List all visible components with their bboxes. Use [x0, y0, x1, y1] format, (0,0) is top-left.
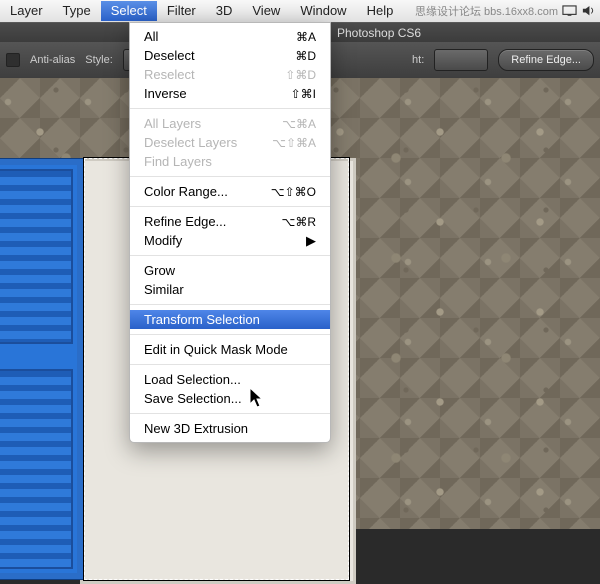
- menu-item-refine-edge[interactable]: Refine Edge...⌥⌘R: [130, 212, 330, 231]
- menu-item-find-layers: Find Layers: [130, 152, 330, 171]
- menu-select[interactable]: Select: [101, 1, 157, 21]
- menu-separator: [130, 206, 330, 207]
- menu-item-transform-selection[interactable]: Transform Selection: [130, 310, 330, 329]
- menu-separator: [130, 304, 330, 305]
- shortcut: ⇧⌘I: [291, 87, 316, 101]
- menu-separator: [130, 364, 330, 365]
- shortcut: ⌥⇧⌘A: [272, 136, 316, 150]
- display-icon[interactable]: [562, 5, 577, 17]
- menu-item-deselect-layers: Deselect Layers⌥⇧⌘A: [130, 133, 330, 152]
- menu-help[interactable]: Help: [357, 1, 404, 21]
- volume-icon[interactable]: [581, 5, 596, 17]
- menu-item-new-3d-extrusion[interactable]: New 3D Extrusion: [130, 419, 330, 438]
- shutter-left: [0, 158, 84, 580]
- style-label: Style:: [85, 54, 113, 66]
- menu-separator: [130, 413, 330, 414]
- shortcut: ⌥⌘A: [282, 117, 316, 131]
- menu-item-all[interactable]: All⌘A: [130, 27, 330, 46]
- menu-item-inverse[interactable]: Inverse⇧⌘I: [130, 84, 330, 103]
- menu-separator: [130, 255, 330, 256]
- shortcut: ⌘A: [296, 30, 316, 44]
- menu-item-load-selection[interactable]: Load Selection...: [130, 370, 330, 389]
- menu-item-deselect[interactable]: Deselect⌘D: [130, 46, 330, 65]
- height-input[interactable]: [434, 49, 488, 71]
- menubar: Layer Type Select Filter 3D View Window …: [0, 0, 600, 23]
- menu-filter[interactable]: Filter: [157, 1, 206, 21]
- app-title: Photoshop CS6: [337, 26, 421, 40]
- menu-item-quick-mask[interactable]: Edit in Quick Mask Mode: [130, 340, 330, 359]
- shortcut: ⌘D: [295, 49, 316, 63]
- select-menu: All⌘A Deselect⌘D Reselect⇧⌘D Inverse⇧⌘I …: [129, 22, 331, 443]
- menu-separator: [130, 108, 330, 109]
- menu-item-color-range[interactable]: Color Range...⌥⇧⌘O: [130, 182, 330, 201]
- menu-separator: [130, 176, 330, 177]
- refine-edge-button[interactable]: Refine Edge...: [498, 49, 594, 71]
- menu-layer[interactable]: Layer: [0, 1, 53, 21]
- menu-3d[interactable]: 3D: [206, 1, 243, 21]
- anti-alias-label: Anti-alias: [30, 54, 75, 66]
- menu-item-modify[interactable]: Modify▶: [130, 231, 330, 250]
- shortcut: ⇧⌘D: [285, 68, 316, 82]
- ht-label: ht:: [412, 54, 424, 66]
- menu-item-similar[interactable]: Similar: [130, 280, 330, 299]
- menu-view[interactable]: View: [242, 1, 290, 21]
- anti-alias-checkbox[interactable]: [6, 53, 20, 67]
- menu-separator: [130, 334, 330, 335]
- menu-window[interactable]: Window: [290, 1, 356, 21]
- shortcut: ⌥⌘R: [282, 215, 317, 229]
- menu-item-save-selection[interactable]: Save Selection...: [130, 389, 330, 408]
- watermark-text: 思缘设计论坛 bbs.16xx8.com: [415, 3, 558, 19]
- menu-item-all-layers: All Layers⌥⌘A: [130, 114, 330, 133]
- menu-item-grow[interactable]: Grow: [130, 261, 330, 280]
- shortcut: ⌥⇧⌘O: [271, 185, 316, 199]
- menu-type[interactable]: Type: [53, 1, 101, 21]
- menu-item-reselect: Reselect⇧⌘D: [130, 65, 330, 84]
- submenu-arrow-icon: ▶: [306, 233, 316, 249]
